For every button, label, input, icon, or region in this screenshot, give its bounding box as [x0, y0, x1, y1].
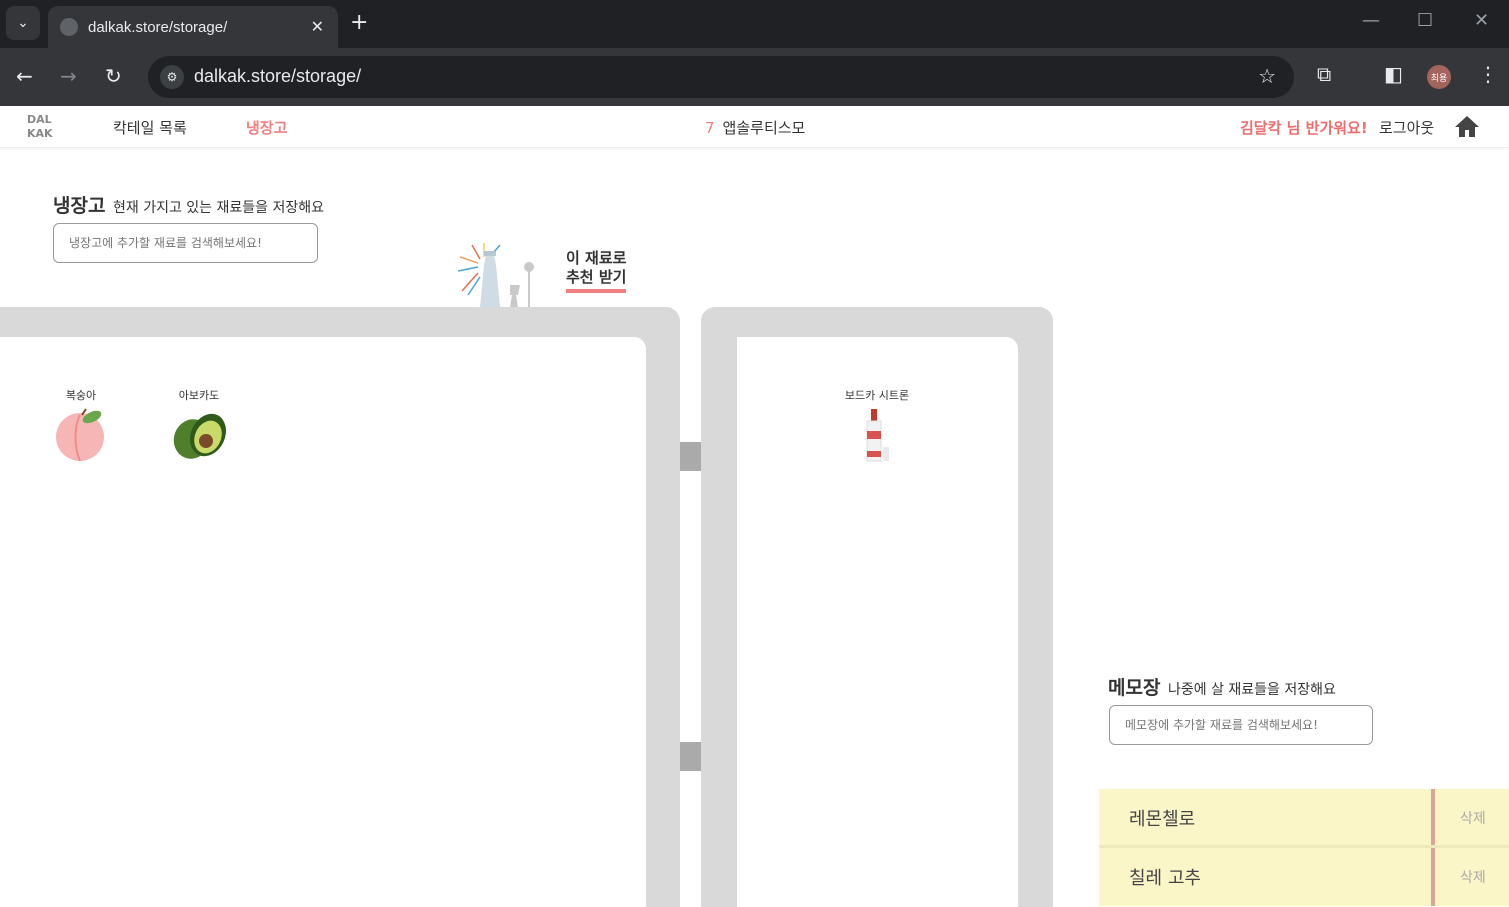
greeting-text: 김달칵 님 반가워요!	[1240, 119, 1368, 137]
logo-line-2: KAK	[27, 127, 53, 140]
memo-item-name: 레몬첼로	[1129, 809, 1196, 830]
fridge-item-avocado[interactable]: 아보카도	[159, 387, 239, 463]
reload-icon[interactable]: ↻	[105, 64, 122, 88]
site-header: DAL KAK 칵테일 목록 냉장고 7 앱솔루티스모 김달칵 님 반가워요! 로…	[0, 106, 1509, 148]
memo-item-name: 칠레 고추	[1129, 868, 1201, 889]
recommend-line-2: 추천 받기	[566, 268, 627, 286]
tab-title: dalkak.store/storage/	[88, 18, 228, 36]
logout-button[interactable]: 로그아웃	[1379, 117, 1434, 138]
bookmark-star-icon[interactable]: ☆	[1258, 64, 1276, 88]
memo-description: 나중에 살 재료들을 저장해요	[1168, 682, 1336, 698]
new-tab-button[interactable]: +	[350, 10, 368, 35]
maximize-icon[interactable]: ☐	[1417, 10, 1433, 31]
memo-delete-button[interactable]: 삭제	[1460, 808, 1486, 828]
fridge-item-vodka[interactable]: 보드카 시트론	[837, 387, 917, 463]
logo-line-1: DAL	[27, 113, 52, 126]
fridge-handle-top[interactable]	[680, 442, 701, 471]
browser-toolbar: ← → ↻ ⚙ dalkak.store/storage/ ☆ ⧉ ◧ 최용 ⋮	[0, 48, 1509, 106]
recommend-line-1: 이 재료로	[566, 249, 627, 267]
item-label: 복숭아	[65, 389, 97, 402]
fridge-description: 현재 가지고 있는 재료들을 저장해요	[113, 200, 324, 216]
memo-divider	[1431, 848, 1435, 906]
fridge-handle-bottom[interactable]	[680, 742, 701, 771]
tab-close-icon[interactable]: ✕	[311, 17, 324, 37]
item-label: 보드카 시트론	[844, 389, 910, 402]
tab-search-button[interactable]: ⌄	[6, 6, 40, 40]
browser-tab-bar: ⌄ dalkak.store/storage/ ✕ + — ☐ ✕	[0, 0, 1509, 48]
cocktail-shaker-icon	[457, 243, 534, 307]
site-info-icon[interactable]: ⚙	[160, 65, 184, 89]
ranking-ticker[interactable]: 7 앱솔루티스모	[705, 117, 805, 138]
bottle-icon	[866, 409, 889, 462]
recommend-button[interactable]: 이 재료로 추천 받기	[566, 249, 626, 293]
back-icon[interactable]: ←	[16, 64, 33, 88]
side-panel-icon[interactable]: ◧	[1384, 62, 1403, 86]
extensions-icon[interactable]: ⧉	[1317, 62, 1331, 86]
chrome-menu-icon[interactable]: ⋮	[1478, 62, 1498, 86]
memo-search-input[interactable]	[1109, 705, 1373, 745]
fridge-title: 냉장고	[53, 195, 106, 217]
memo-divider	[1431, 789, 1435, 845]
window-close-icon[interactable]: ✕	[1474, 10, 1489, 31]
address-bar[interactable]: ⚙ dalkak.store/storage/ ☆	[148, 56, 1294, 98]
nav-fridge[interactable]: 냉장고	[246, 117, 287, 138]
item-label: 아보카도	[178, 389, 220, 402]
recommend-underline	[566, 289, 626, 293]
site-logo[interactable]: DAL KAK	[27, 113, 53, 141]
url-text[interactable]: dalkak.store/storage/	[194, 66, 361, 87]
memo-title: 메모장	[1108, 677, 1161, 699]
fridge-item-peach[interactable]: 복숭아	[41, 387, 121, 461]
memo-item: 레몬첼로 삭제	[1099, 789, 1509, 845]
forward-icon[interactable]: →	[60, 64, 77, 88]
fridge-search-input[interactable]	[53, 223, 318, 263]
ticker-rank: 7	[705, 119, 715, 137]
browser-tab[interactable]: dalkak.store/storage/ ✕	[48, 6, 338, 48]
minimize-icon[interactable]: —	[1362, 10, 1380, 31]
memo-delete-button[interactable]: 삭제	[1460, 867, 1486, 887]
site-favicon-icon	[60, 18, 78, 36]
avocado-icon	[173, 413, 226, 459]
profile-avatar[interactable]: 최용	[1427, 65, 1451, 89]
peach-icon	[56, 408, 104, 461]
nav-cocktail-list[interactable]: 칵테일 목록	[113, 117, 187, 138]
memo-item: 칠레 고추 삭제	[1099, 848, 1509, 906]
home-icon[interactable]	[1454, 114, 1480, 138]
ticker-text: 앱솔루티스모	[722, 119, 806, 137]
